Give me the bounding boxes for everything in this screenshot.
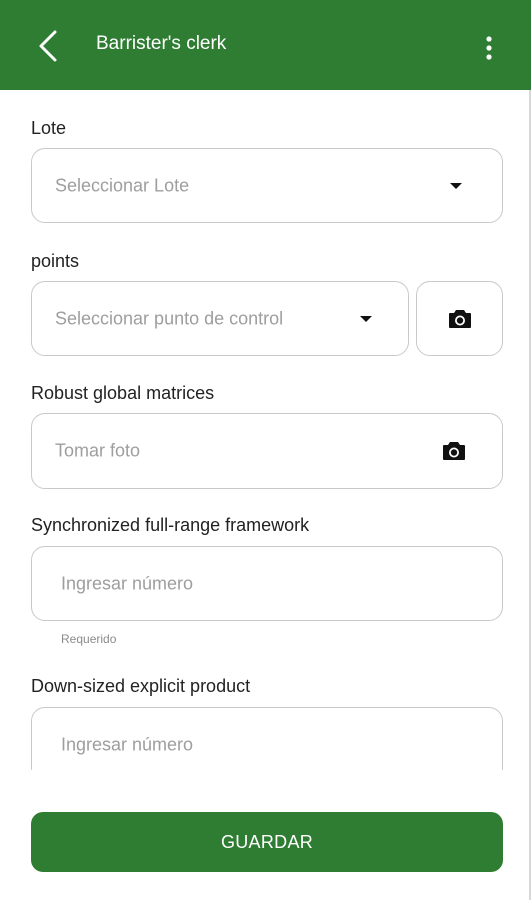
points-placeholder: Seleccionar punto de control [55,308,284,328]
points-select[interactable]: Seleccionar punto de control [31,281,409,356]
overflow-menu-button[interactable] [477,28,501,68]
photo-field[interactable]: Tomar foto [31,413,503,489]
app-screen: Barrister's clerk Lote Seleccionar Lote … [0,0,531,900]
save-button[interactable]: GUARDAR [31,812,503,872]
lote-select[interactable]: Seleccionar Lote [31,148,503,223]
downsized-label: Down-sized explicit product [31,676,251,696]
page-title: Barrister's clerk [96,33,227,54]
synchronized-number-input[interactable]: Ingresar número [31,546,503,621]
lote-placeholder: Seleccionar Lote [55,175,190,195]
lote-label: Lote [31,118,67,138]
robust-label: Robust global matrices [31,383,215,403]
photo-placeholder: Tomar foto [55,440,141,461]
more-vert-icon [486,36,492,60]
points-camera-button[interactable] [416,281,503,356]
scroll-clip [0,770,531,810]
dropdown-arrow-icon [360,315,372,322]
chevron-left-icon [39,30,57,62]
synchronized-label: Synchronized full-range framework [31,515,310,535]
app-bar: Barrister's clerk [0,0,531,90]
downsized-placeholder: Ingresar número [61,734,194,754]
dropdown-arrow-icon [450,182,462,189]
back-button[interactable] [28,22,68,70]
synchronized-placeholder: Ingresar número [61,573,194,593]
points-label: points [31,251,80,271]
required-helper-text: Requerido [61,632,117,646]
camera-icon [448,309,471,328]
camera-icon[interactable] [442,441,466,461]
